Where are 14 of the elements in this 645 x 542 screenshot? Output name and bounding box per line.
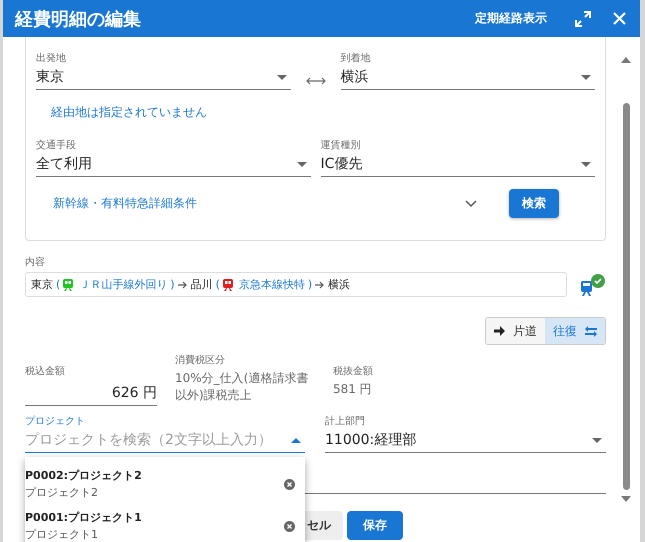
station-name: 品川 xyxy=(190,277,213,292)
content-label: 内容 xyxy=(25,257,45,268)
bracket: ( xyxy=(56,278,60,291)
amount-label: 税込金額 xyxy=(25,364,66,378)
bracket: ( xyxy=(216,278,220,291)
net-amount-label: 税抜金額 xyxy=(333,364,374,378)
bracket: ) xyxy=(308,278,312,291)
tax-category-label: 消費税区分 xyxy=(175,354,226,367)
bracket: ) xyxy=(170,278,175,291)
station-name: 東京 xyxy=(31,277,53,292)
tax-category-text: 10%分_仕入(適格請求書以外)課税売上 xyxy=(175,370,310,404)
dialog-title: 経費明細の編集 xyxy=(15,8,142,30)
station-name: 横浜 xyxy=(328,277,350,292)
net-amount-text: 581 円 xyxy=(333,381,373,398)
